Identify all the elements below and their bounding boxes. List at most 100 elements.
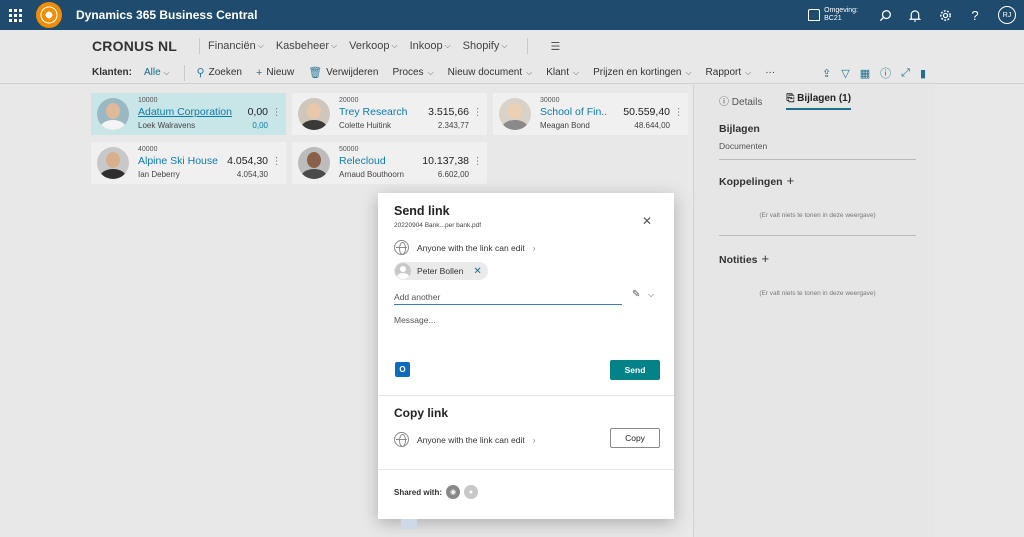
help-icon[interactable]: ?	[960, 0, 990, 30]
prijzen-menu[interactable]: Prijzen en kortingen ⌵	[593, 67, 691, 78]
environment-indicator[interactable]: Omgeving: BC21	[808, 7, 858, 23]
share-icon[interactable]: ⇪	[822, 67, 831, 80]
bell-icon[interactable]	[900, 0, 930, 30]
zoeken-button[interactable]: ⚲ Zoeken	[197, 66, 242, 79]
permission-text: Anyone with the link can edit	[417, 242, 525, 253]
nieuw-button[interactable]: + Nieuw	[256, 67, 294, 79]
link-permission-setting[interactable]: Anyone with the link can edit ›	[394, 240, 536, 255]
customer-tile[interactable]: 30000 School of Fin... Meagan Bond 50.55…	[493, 93, 688, 135]
customer-avatar	[298, 147, 330, 179]
action-separator	[183, 64, 185, 81]
copy-link-permission-setting[interactable]: Anyone with the link can edit ›	[394, 432, 536, 447]
customer-name[interactable]: Relecloud	[339, 155, 386, 167]
nav-item-inkoop[interactable]: Inkoop ⌵	[410, 40, 451, 52]
search-icon: ⚲	[196, 67, 205, 79]
customer-tile[interactable]: 40000 Alpine Ski House Ian Deberry 4.054…	[91, 142, 286, 184]
customer-tile[interactable]: 50000 Relecloud Arnaud Bouthoorn 10.137,…	[292, 142, 487, 184]
customer-tile[interactable]: 10000 Adatum Corporation Loek Walravens …	[91, 93, 286, 135]
customer-name[interactable]: Trey Research	[339, 106, 407, 118]
customer-balance-due: 4.054,30	[236, 170, 268, 179]
notities-title: Notities	[719, 254, 758, 266]
message-input[interactable]	[394, 315, 658, 351]
filter-value: Alle	[144, 67, 161, 78]
verwijderen-button[interactable]: 🗑 Verwijderen	[308, 66, 378, 79]
environment-value: BC21	[824, 15, 842, 22]
search-icon[interactable]	[870, 0, 900, 30]
tab-details[interactable]: ⓘ Details	[719, 93, 762, 110]
add-link-icon[interactable]: +	[787, 173, 795, 188]
customer-balance: 10.137,38	[422, 155, 469, 167]
add-note-icon[interactable]: +	[762, 251, 770, 266]
gear-icon[interactable]	[930, 0, 960, 30]
app-launcher-icon[interactable]	[0, 0, 30, 30]
user-avatar[interactable]: RJ	[998, 6, 1016, 24]
customer-name[interactable]: Adatum Corporation	[138, 106, 232, 118]
outlook-icon[interactable]: O	[395, 362, 410, 377]
hamburger-icon[interactable]: ☰	[550, 40, 560, 53]
nav-separator	[199, 38, 201, 54]
view-toggle-icon[interactable]: ▦	[860, 67, 870, 80]
chevron-down-icon[interactable]: ⌵	[648, 290, 654, 300]
more-actions-button[interactable]: ···	[765, 67, 775, 78]
customer-number: 40000	[138, 146, 158, 153]
nav-item-financien[interactable]: Financiën ⌵	[208, 40, 264, 52]
proces-menu[interactable]: Proces ⌵	[392, 67, 433, 78]
info-icon[interactable]: ⓘ	[880, 65, 891, 81]
trash-icon: 🗑	[308, 67, 323, 79]
send-button[interactable]: Send	[610, 360, 660, 380]
nieuw-document-menu[interactable]: Nieuw document ⌵	[448, 67, 533, 78]
tile-menu-icon[interactable]: ···	[472, 107, 483, 117]
tile-menu-icon[interactable]: ···	[472, 156, 483, 166]
section-divider	[719, 235, 916, 236]
klanten-label: Klanten:	[92, 67, 132, 78]
chevron-down-icon: ⌵	[501, 41, 508, 50]
recipient-chip: Peter Bollen ✕	[394, 262, 488, 280]
environment-label: Omgeving:	[824, 7, 858, 14]
chevron-right-icon: ›	[532, 242, 536, 253]
customer-avatar	[298, 98, 330, 130]
rapport-menu[interactable]: Rapport ⌵	[706, 67, 752, 78]
shared-with-label: Shared with:	[394, 487, 443, 497]
klant-menu[interactable]: Klant ⌵	[546, 67, 579, 78]
nav-item-label: Shopify	[462, 40, 500, 52]
copy-link-title: Copy link	[394, 406, 449, 420]
nav-item-label: Verkoop	[349, 40, 390, 52]
tab-bijlagen[interactable]: ⎘ Bijlagen (1)	[786, 93, 852, 110]
prijzen-label: Prijzen en kortingen	[593, 67, 682, 78]
customer-balance: 0,00	[247, 106, 268, 118]
customer-balance: 50.559,40	[623, 106, 670, 118]
nieuw-document-label: Nieuw document	[447, 67, 523, 78]
company-name[interactable]: CRONUS NL	[92, 38, 177, 54]
customer-contact: Colette Huitink	[339, 121, 392, 130]
documenten-link[interactable]: Documenten	[719, 141, 916, 151]
customer-name[interactable]: School of Fin...	[540, 106, 608, 118]
copy-button[interactable]: Copy	[610, 428, 660, 448]
customer-balance-due: 48.644,00	[634, 121, 670, 130]
close-icon[interactable]: ✕	[642, 214, 652, 228]
customer-number: 30000	[540, 97, 560, 104]
customer-number: 50000	[339, 146, 359, 153]
chevron-down-icon: ⌵	[391, 41, 398, 50]
nav-item-kasbeheer[interactable]: Kasbeheer ⌵	[276, 40, 337, 52]
customer-balance-due: 0,00	[252, 121, 268, 130]
pencil-icon[interactable]: ✎	[632, 289, 640, 300]
customer-tile[interactable]: 20000 Trey Research Colette Huitink 3.51…	[292, 93, 487, 135]
customer-name[interactable]: Alpine Ski House	[138, 155, 218, 167]
rapport-label: Rapport	[705, 67, 742, 78]
dialog-divider	[378, 395, 674, 396]
remove-recipient-icon[interactable]: ✕	[473, 266, 481, 277]
tile-menu-icon[interactable]: ···	[673, 107, 684, 117]
nav-item-verkoop[interactable]: Verkoop ⌵	[349, 40, 397, 52]
bookmark-icon[interactable]: ▮	[920, 67, 926, 80]
expand-icon[interactable]: ⤢	[901, 67, 910, 80]
chevron-down-icon: ⌵	[331, 41, 338, 50]
nav-item-label: Financiën	[208, 40, 256, 52]
filter-dropdown[interactable]: Alle ⌵	[144, 67, 170, 78]
add-recipient-input[interactable]	[394, 289, 622, 305]
nav-item-shopify[interactable]: Shopify ⌵	[463, 40, 508, 52]
tile-menu-icon[interactable]: ···	[271, 107, 282, 117]
shared-with[interactable]: Shared with: ◉ ●	[394, 485, 479, 499]
filter-icon[interactable]: ▽	[841, 67, 849, 80]
zoeken-label: Zoeken	[208, 67, 242, 78]
tile-menu-icon[interactable]: ···	[271, 156, 282, 166]
